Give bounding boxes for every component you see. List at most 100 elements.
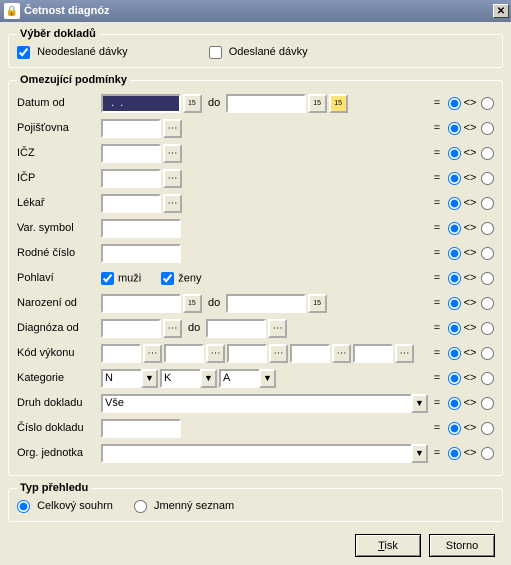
op-eq-radio-9[interactable]	[448, 297, 461, 310]
input-naroz-do[interactable]	[226, 294, 306, 313]
radio-celkovy[interactable]: Celkový souhrn	[17, 500, 116, 512]
op-ne-radio-6[interactable]	[481, 222, 494, 235]
input-cislo[interactable]	[101, 419, 181, 438]
pick-kod5-icon[interactable]: ⋯	[395, 344, 414, 363]
op-eq-radio-10[interactable]	[448, 322, 461, 335]
radio-jmenny[interactable]: Jmenný seznam	[134, 500, 234, 512]
input-rc[interactable]	[101, 244, 181, 263]
input-druh[interactable]	[101, 394, 411, 413]
input-pojistovna[interactable]	[101, 119, 161, 138]
input-diag-od[interactable]	[101, 319, 161, 338]
pick-diag-od-icon[interactable]: ⋯	[163, 319, 182, 338]
op-eq-radio-13[interactable]	[448, 397, 461, 410]
pick-kod4-icon[interactable]: ⋯	[332, 344, 351, 363]
input-kod3[interactable]	[227, 344, 267, 363]
op-ne-radio-14[interactable]	[481, 422, 494, 435]
pick-icp-icon[interactable]: ⋯	[163, 169, 182, 188]
input-lekar[interactable]	[101, 194, 161, 213]
input-kat1[interactable]	[101, 369, 141, 388]
op-ne-radio-5[interactable]	[481, 197, 494, 210]
drop-druh-icon[interactable]: ▼	[411, 394, 428, 413]
input-kod2[interactable]	[164, 344, 204, 363]
pick-kod1-icon[interactable]: ⋯	[143, 344, 162, 363]
lbl-diag: Diagnóza od	[17, 322, 101, 334]
op-eq-radio-4[interactable]	[448, 172, 461, 185]
op-ne-radio-1[interactable]	[481, 97, 494, 110]
op-ne-radio-12[interactable]	[481, 372, 494, 385]
op-eq-radio-8[interactable]	[448, 272, 461, 285]
lbl-org: Org. jednotka	[17, 447, 101, 459]
drop-kat3-icon[interactable]: ▼	[259, 369, 276, 388]
op-ne-7: <>	[463, 247, 477, 259]
op-ne-radio-15[interactable]	[481, 447, 494, 460]
op-eq-radio-6[interactable]	[448, 222, 461, 235]
chk-odeslane-input[interactable]	[209, 46, 222, 59]
pick-kod2-icon[interactable]: ⋯	[206, 344, 225, 363]
op-eq-radio-11[interactable]	[448, 347, 461, 360]
op-eq-radio-5[interactable]	[448, 197, 461, 210]
op-eq-radio-12[interactable]	[448, 372, 461, 385]
chk-neodeslane-input[interactable]	[17, 46, 30, 59]
chk-muzi-input[interactable]	[101, 272, 114, 285]
chk-odeslane[interactable]: Odeslané dávky	[209, 46, 308, 58]
radio-celkovy-input[interactable]	[17, 500, 30, 513]
op-eq-13: =	[430, 397, 444, 409]
op-eq-9: =	[430, 297, 444, 309]
op-ne-radio-9[interactable]	[481, 297, 494, 310]
group-typ-prehledu: Typ přehledu Celkový souhrn Jmenný sezna…	[8, 482, 503, 522]
input-diag-do[interactable]	[206, 319, 266, 338]
cal-datum-od-icon[interactable]	[183, 94, 202, 113]
pick-icz-icon[interactable]: ⋯	[163, 144, 182, 163]
op-ne-14: <>	[463, 422, 477, 434]
cal-naroz-do-icon[interactable]	[308, 294, 327, 313]
op-eq-5: =	[430, 197, 444, 209]
input-icp[interactable]	[101, 169, 161, 188]
input-kat2[interactable]	[160, 369, 200, 388]
op-eq-radio-2[interactable]	[448, 122, 461, 135]
op-eq-radio-7[interactable]	[448, 247, 461, 260]
cal-naroz-od-icon[interactable]	[183, 294, 202, 313]
radio-jmenny-input[interactable]	[134, 500, 147, 513]
input-icz[interactable]	[101, 144, 161, 163]
op-ne-radio-7[interactable]	[481, 247, 494, 260]
op-ne-9: <>	[463, 297, 477, 309]
chk-zeny-input[interactable]	[161, 272, 174, 285]
op-eq-radio-15[interactable]	[448, 447, 461, 460]
op-ne-radio-3[interactable]	[481, 147, 494, 160]
input-kat3[interactable]	[219, 369, 259, 388]
chk-muzi-label: muži	[118, 272, 141, 284]
op-ne-radio-2[interactable]	[481, 122, 494, 135]
pick-pojistovna-icon[interactable]: ⋯	[163, 119, 182, 138]
input-kod1[interactable]	[101, 344, 141, 363]
input-var[interactable]	[101, 219, 181, 238]
pick-lekar-icon[interactable]: ⋯	[163, 194, 182, 213]
drop-org-icon[interactable]: ▼	[411, 444, 428, 463]
input-datum-do[interactable]	[226, 94, 306, 113]
close-button[interactable]: ✕	[493, 4, 509, 18]
cal-quick-icon[interactable]	[329, 94, 348, 113]
op-eq-7: =	[430, 247, 444, 259]
chk-zeny[interactable]: ženy	[161, 272, 201, 285]
op-ne-radio-8[interactable]	[481, 272, 494, 285]
op-eq-radio-3[interactable]	[448, 147, 461, 160]
input-kod5[interactable]	[353, 344, 393, 363]
cal-datum-do-icon[interactable]	[308, 94, 327, 113]
input-org[interactable]	[101, 444, 411, 463]
chk-neodeslane[interactable]: Neodeslané dávky	[17, 46, 131, 58]
chk-muzi[interactable]: muži	[101, 272, 141, 285]
drop-kat1-icon[interactable]: ▼	[141, 369, 158, 388]
op-ne-radio-11[interactable]	[481, 347, 494, 360]
group-vyber-dokladu: Výběr dokladů Neodeslané dávky Odeslané …	[8, 28, 503, 68]
input-naroz-od[interactable]	[101, 294, 181, 313]
op-eq-radio-1[interactable]	[448, 97, 461, 110]
input-kod4[interactable]	[290, 344, 330, 363]
op-eq-radio-14[interactable]	[448, 422, 461, 435]
lbl-cislo: Číslo dokladu	[17, 422, 101, 434]
op-ne-radio-4[interactable]	[481, 172, 494, 185]
op-ne-radio-10[interactable]	[481, 322, 494, 335]
pick-kod3-icon[interactable]: ⋯	[269, 344, 288, 363]
drop-kat2-icon[interactable]: ▼	[200, 369, 217, 388]
pick-diag-do-icon[interactable]: ⋯	[268, 319, 287, 338]
op-ne-radio-13[interactable]	[481, 397, 494, 410]
input-datum-od[interactable]	[101, 94, 181, 113]
